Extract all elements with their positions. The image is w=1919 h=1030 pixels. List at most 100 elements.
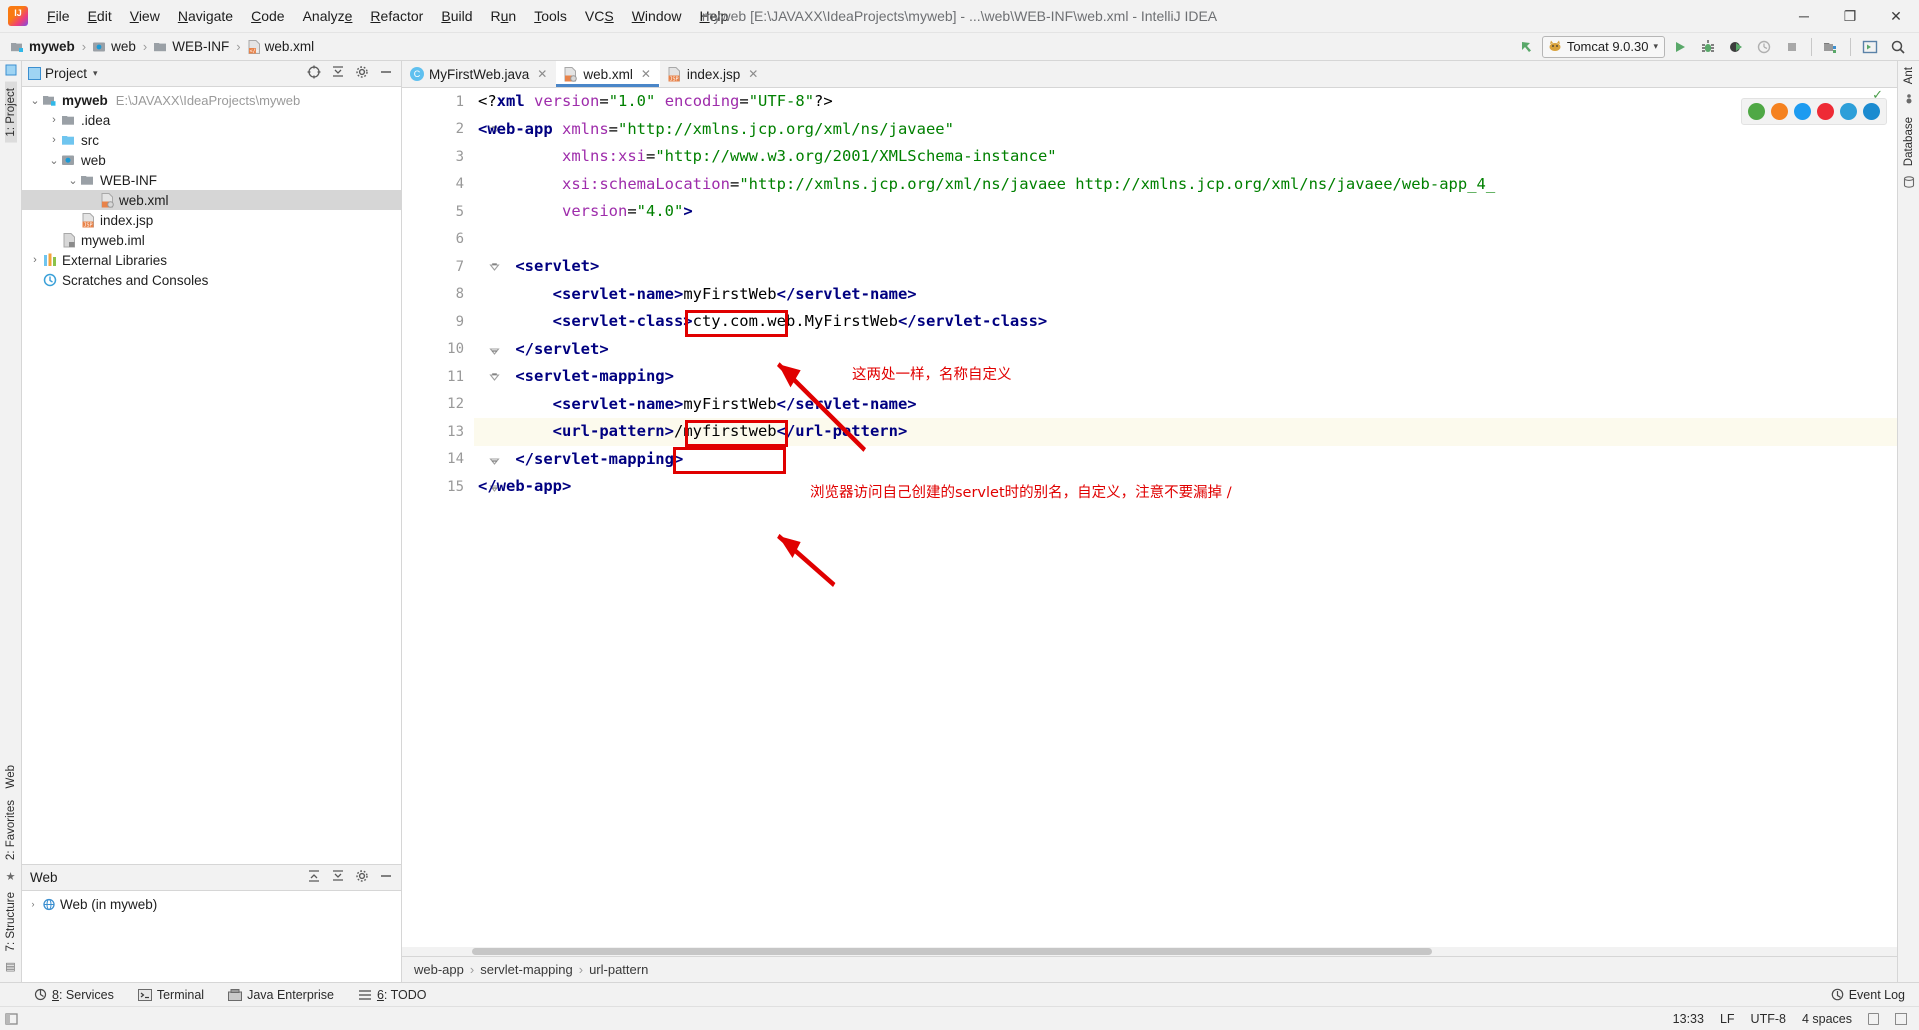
breadcrumb-item-web-inf[interactable]: WEB-INF bbox=[149, 38, 234, 55]
tree-item-myweb-iml[interactable]: myweb.iml bbox=[22, 230, 401, 250]
chevron-down-icon[interactable]: ▾ bbox=[93, 68, 98, 79]
chevron-right-icon[interactable]: › bbox=[26, 899, 40, 909]
firefox-browser-icon[interactable] bbox=[1771, 103, 1788, 120]
run-configuration-selector[interactable]: Tomcat 9.0.30 ▾ bbox=[1541, 35, 1665, 58]
code-line[interactable]: xmlns:xsi="http://www.w3.org/2001/XMLSch… bbox=[474, 143, 1897, 171]
square-icon[interactable] bbox=[1895, 1012, 1907, 1025]
tab-index-jsp[interactable]: JSP index.jsp ✕ bbox=[660, 61, 767, 87]
tree-item-external-libraries[interactable]: › External Libraries bbox=[22, 250, 401, 270]
status-left-icon[interactable] bbox=[0, 1012, 22, 1025]
tab-myfirstweb-java[interactable]: C MyFirstWeb.java ✕ bbox=[402, 61, 556, 87]
breadcrumb-item-web[interactable]: web bbox=[88, 38, 141, 55]
editor-breadcrumb-item-url-pattern[interactable]: url-pattern bbox=[589, 962, 648, 977]
chrome-browser-icon[interactable] bbox=[1748, 103, 1765, 120]
tool-button-6-todo[interactable]: 6: TODO bbox=[354, 986, 431, 1004]
chevron-down-icon[interactable]: ⌄ bbox=[47, 154, 61, 167]
close-icon[interactable]: ✕ bbox=[748, 67, 758, 81]
scrollbar-thumb[interactable] bbox=[472, 948, 1432, 955]
menu-item-help[interactable]: Help bbox=[691, 4, 738, 28]
tool-button-8-services[interactable]: 8: Services bbox=[30, 986, 118, 1004]
collapse-all-icon[interactable] bbox=[331, 869, 345, 886]
stop-icon[interactable] bbox=[1779, 36, 1805, 58]
menu-item-view[interactable]: View bbox=[121, 4, 169, 28]
tool-button-terminal[interactable]: Terminal bbox=[134, 986, 208, 1004]
chevron-right-icon[interactable]: › bbox=[47, 134, 61, 146]
tree-item-web-inf[interactable]: ⌄ WEB-INF bbox=[22, 170, 401, 190]
code-line[interactable]: <servlet-class>cty.com.web.MyFirstWeb</s… bbox=[474, 308, 1897, 336]
code-line[interactable]: <servlet-name>myFirstWeb</servlet-name> bbox=[474, 281, 1897, 309]
update-application-icon[interactable] bbox=[1818, 36, 1844, 58]
browser-launch-strip[interactable] bbox=[1741, 98, 1887, 125]
web-tree[interactable]: › Web (in myweb) bbox=[22, 891, 401, 982]
code-line[interactable]: <url-pattern>/myfirstweb</url-pattern> bbox=[474, 418, 1897, 446]
project-structure-icon[interactable] bbox=[1857, 36, 1883, 58]
run-icon[interactable] bbox=[1667, 36, 1693, 58]
profiler-icon[interactable] bbox=[1751, 36, 1777, 58]
editor-gutter[interactable]: 1 2 3 4 5 6 7 8 9 10 11 12 13 14 15 bbox=[402, 88, 500, 947]
code-line[interactable]: version="4.0"> bbox=[474, 198, 1897, 226]
status-indent[interactable]: 4 spaces bbox=[1802, 1012, 1852, 1026]
tree-item-web-xml[interactable]: web.xml bbox=[22, 190, 401, 210]
code-line[interactable]: <?xml version="1.0" encoding="UTF-8"?> bbox=[474, 88, 1897, 116]
edge-browser-icon[interactable] bbox=[1840, 103, 1857, 120]
editor-horizontal-scrollbar[interactable] bbox=[402, 947, 1897, 956]
code-area[interactable]: <?xml version="1.0" encoding="UTF-8"?> <w… bbox=[474, 88, 1897, 947]
menu-item-build[interactable]: Build bbox=[432, 4, 481, 28]
code-line[interactable]: xsi:schemaLocation="http://xmlns.jcp.org… bbox=[474, 171, 1897, 199]
sidebar-item-structure[interactable]: 7: Structure bbox=[5, 886, 17, 957]
breadcrumb-item-myweb[interactable]: myweb bbox=[6, 38, 80, 55]
sidebar-item-favorites[interactable]: 2: Favorites bbox=[5, 794, 17, 866]
tree-item-index-jsp[interactable]: JSP index.jsp bbox=[22, 210, 401, 230]
menu-item-analyze[interactable]: Analyze bbox=[294, 4, 362, 28]
menu-item-window[interactable]: Window bbox=[623, 4, 691, 28]
chevron-down-icon[interactable]: ▾ bbox=[1653, 41, 1658, 52]
lock-icon[interactable] bbox=[1868, 1012, 1879, 1025]
code-line[interactable]: </servlet> bbox=[474, 336, 1897, 364]
list-item[interactable]: › Web (in myweb) bbox=[22, 894, 401, 914]
status-line-separator[interactable]: LF bbox=[1720, 1012, 1735, 1026]
project-tree[interactable]: ⌄ myweb E:\JAVAXX\IdeaProjects\myweb › .idea… bbox=[22, 87, 401, 864]
code-line[interactable]: </servlet-mapping> bbox=[474, 446, 1897, 474]
menu-item-navigate[interactable]: Navigate bbox=[169, 4, 242, 28]
tab-web-xml[interactable]: web.xml ✕ bbox=[556, 61, 660, 87]
code-line[interactable]: <servlet> bbox=[474, 253, 1897, 281]
search-everywhere-icon[interactable] bbox=[1885, 36, 1911, 58]
tree-item-web[interactable]: ⌄ web bbox=[22, 150, 401, 170]
chevron-down-icon[interactable]: ⌄ bbox=[28, 94, 42, 107]
maximize-button[interactable]: ❐ bbox=[1827, 0, 1873, 33]
chevron-right-icon[interactable]: › bbox=[47, 114, 61, 126]
tool-button-java-enterprise[interactable]: Java Enterprise bbox=[224, 986, 338, 1004]
sidebar-item-database[interactable]: Database bbox=[1903, 111, 1915, 172]
menu-item-edit[interactable]: Edit bbox=[79, 4, 121, 28]
menu-item-vcs[interactable]: VCS bbox=[576, 4, 623, 28]
close-button[interactable]: ✕ bbox=[1873, 0, 1919, 33]
tree-item-src[interactable]: › src bbox=[22, 130, 401, 150]
chevron-right-icon[interactable]: › bbox=[28, 254, 42, 266]
debug-icon[interactable] bbox=[1695, 36, 1721, 58]
status-encoding[interactable]: UTF-8 bbox=[1751, 1012, 1786, 1026]
editor-breadcrumb-item-web-app[interactable]: web-app bbox=[414, 962, 464, 977]
run-with-coverage-icon[interactable] bbox=[1723, 36, 1749, 58]
code-line[interactable]: <web-app xmlns="http://xmlns.jcp.org/xml… bbox=[474, 116, 1897, 144]
code-line[interactable] bbox=[474, 226, 1897, 254]
settings-gear-icon[interactable] bbox=[355, 869, 369, 886]
menu-item-code[interactable]: Code bbox=[242, 4, 293, 28]
menu-item-tools[interactable]: Tools bbox=[525, 4, 576, 28]
close-icon[interactable]: ✕ bbox=[537, 67, 547, 81]
tree-item-myweb[interactable]: ⌄ myweb E:\JAVAXX\IdeaProjects\myweb bbox=[22, 90, 401, 110]
menu-item-file[interactable]: File bbox=[38, 4, 79, 28]
opera-browser-icon[interactable] bbox=[1817, 103, 1834, 120]
jump-to-source-icon[interactable] bbox=[1514, 36, 1540, 58]
sidebar-item-project[interactable]: 1: Project bbox=[4, 82, 17, 143]
minimize-button[interactable]: ─ bbox=[1781, 0, 1827, 33]
code-line[interactable]: <servlet-mapping> bbox=[474, 363, 1897, 391]
code-line[interactable]: <servlet-name>myFirstWeb</servlet-name> bbox=[474, 391, 1897, 419]
hide-panel-icon[interactable] bbox=[379, 869, 393, 886]
ie-browser-icon[interactable] bbox=[1863, 103, 1880, 120]
editor-viewport[interactable]: 1 2 3 4 5 6 7 8 9 10 11 12 13 14 15 <?xml version="1.0… bbox=[402, 88, 1897, 947]
editor-breadcrumb-item-servlet-mapping[interactable]: servlet-mapping bbox=[480, 962, 573, 977]
select-opened-file-icon[interactable] bbox=[307, 65, 321, 82]
sidebar-item-web[interactable]: Web bbox=[5, 759, 17, 794]
breadcrumb-item-web-xml[interactable]: </> web.xml bbox=[243, 38, 320, 55]
tree-item-scratches-and-consoles[interactable]: Scratches and Consoles bbox=[22, 270, 401, 290]
